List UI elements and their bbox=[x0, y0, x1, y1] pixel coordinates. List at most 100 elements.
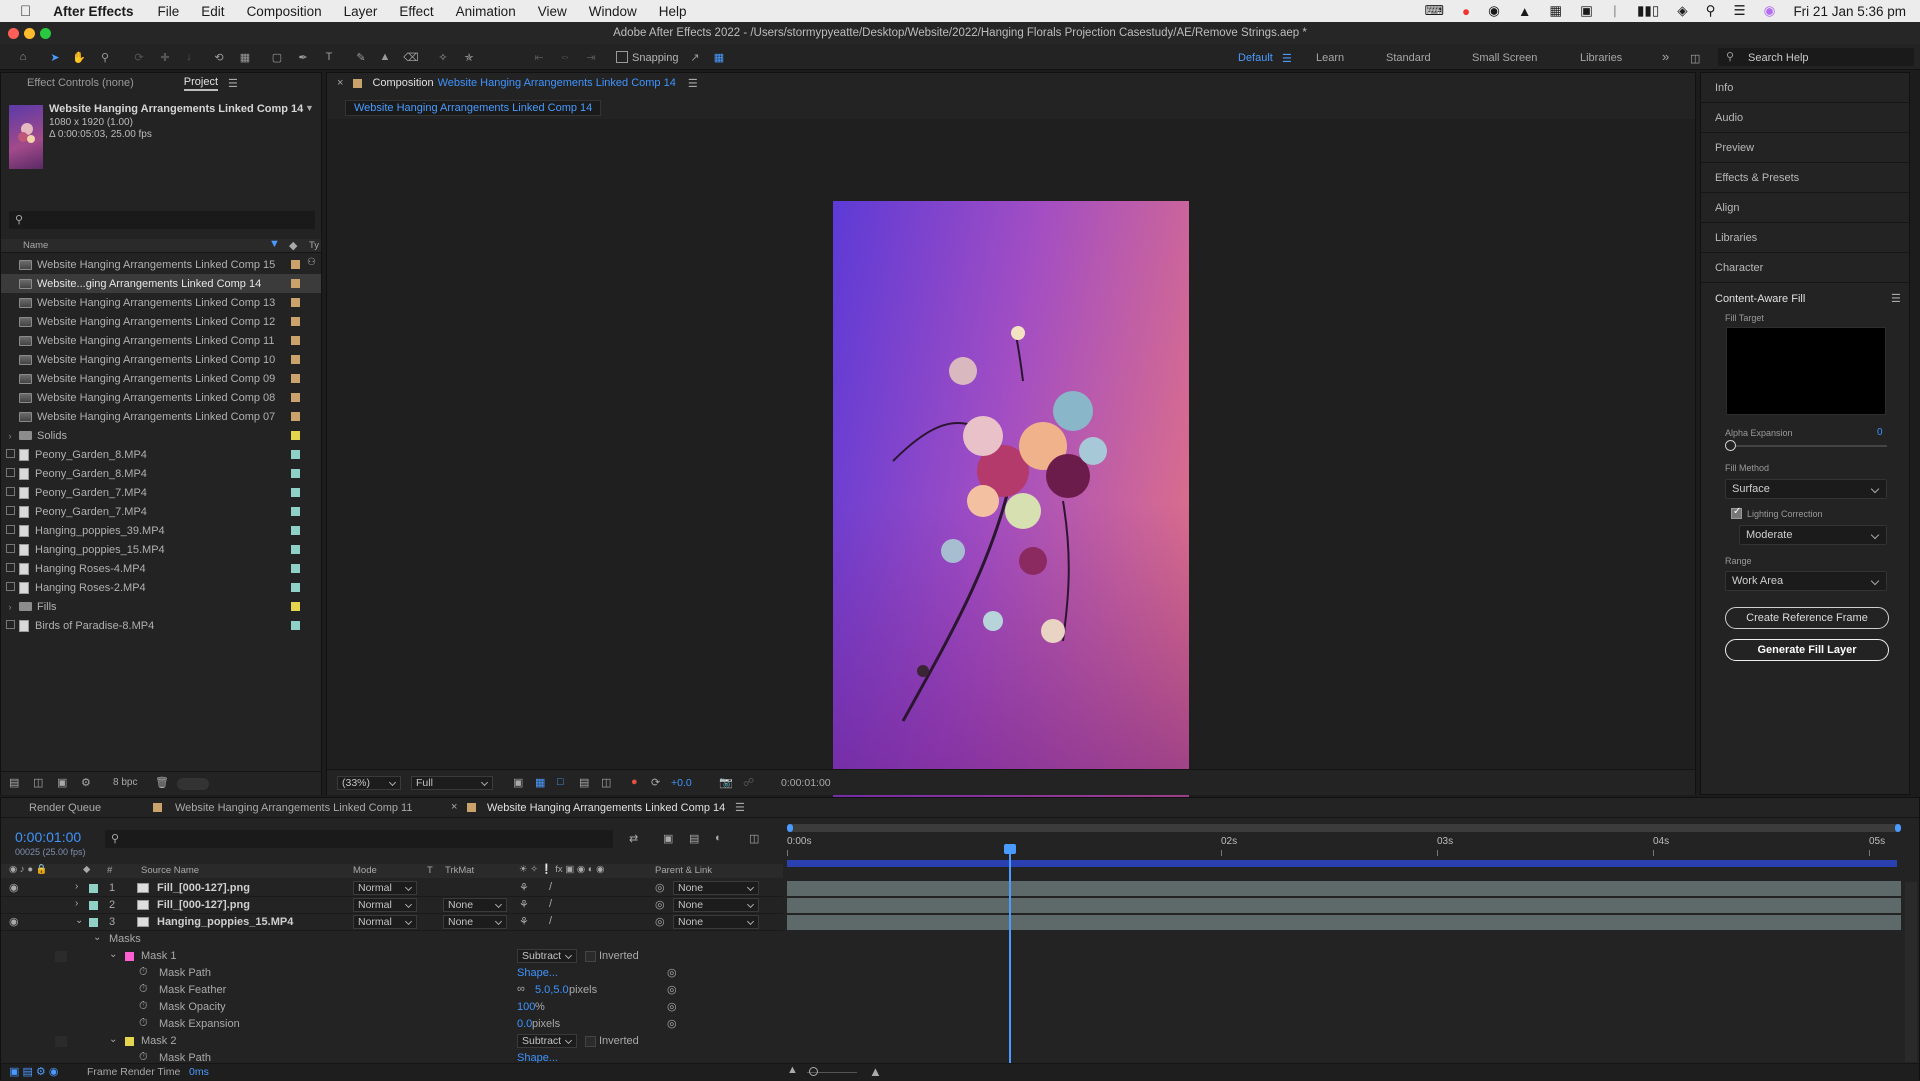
menu-effect[interactable]: Effect bbox=[399, 4, 433, 19]
selection-tool-icon[interactable]: ➤ bbox=[46, 48, 64, 66]
search-icon[interactable]: ⚲ bbox=[1706, 3, 1716, 19]
delete-icon[interactable]: 🗑 bbox=[155, 776, 169, 789]
project-item[interactable]: Website...ging Arrangements Linked Comp … bbox=[1, 274, 321, 293]
siri-icon[interactable]: ◉ bbox=[1764, 3, 1776, 19]
label-color-swatch[interactable] bbox=[291, 488, 300, 497]
menubar-datetime[interactable]: Fri 21 Jan 5:36 pm bbox=[1793, 4, 1906, 19]
more-workspaces-icon[interactable]: » bbox=[1662, 49, 1669, 64]
label-color-swatch[interactable] bbox=[291, 412, 300, 421]
dropbox-icon[interactable]: ▲ bbox=[1518, 4, 1531, 19]
layer-duration-bar[interactable] bbox=[787, 898, 1901, 913]
home-icon[interactable]: ⌂ bbox=[14, 48, 32, 66]
resolution-dropdown[interactable]: Full bbox=[411, 776, 493, 790]
apple-icon[interactable]:  bbox=[20, 3, 31, 20]
panel-layout-icon[interactable]: ◫ bbox=[1690, 52, 1700, 65]
label-column-icon[interactable]: ◆ bbox=[289, 239, 297, 252]
label-color-swatch[interactable] bbox=[291, 393, 300, 402]
project-item[interactable]: Website Hanging Arrangements Linked Comp… bbox=[1, 350, 321, 369]
guides-icon[interactable]: ▤ bbox=[579, 776, 589, 789]
interpret-footage-icon[interactable]: ▤ bbox=[9, 776, 19, 789]
label-color-swatch[interactable] bbox=[291, 526, 300, 535]
battery-icon[interactable]: ▮▮▯ bbox=[1637, 3, 1659, 19]
label-color-swatch[interactable] bbox=[291, 317, 300, 326]
label-color-swatch[interactable] bbox=[291, 564, 300, 573]
transparency-grid-icon[interactable]: ▦ bbox=[535, 776, 545, 789]
panel-info[interactable]: Info bbox=[1701, 73, 1911, 103]
new-folder-icon[interactable]: ◫ bbox=[33, 776, 43, 789]
zoom-in-icon[interactable]: ▲ bbox=[869, 1064, 882, 1079]
project-item[interactable]: Hanging Roses-2.MP4 bbox=[1, 578, 321, 597]
thumbnail-slider[interactable] bbox=[177, 778, 209, 790]
menu-edit[interactable]: Edit bbox=[201, 4, 224, 19]
playhead-handle[interactable] bbox=[1004, 844, 1016, 854]
tab-project[interactable]: Project bbox=[183, 76, 219, 91]
lighting-correction-checkbox[interactable]: ✓ bbox=[1731, 506, 1742, 519]
panel-preview[interactable]: Preview bbox=[1701, 133, 1911, 163]
workspace-learn[interactable]: Learn bbox=[1316, 52, 1344, 64]
panel-effects-presets[interactable]: Effects & Presets bbox=[1701, 163, 1911, 193]
snapping-checkbox[interactable] bbox=[616, 51, 628, 63]
project-item[interactable]: Website Hanging Arrangements Linked Comp… bbox=[1, 255, 321, 274]
label-color-swatch[interactable] bbox=[291, 450, 300, 459]
search-help-field[interactable]: ⚲ Search Help bbox=[1718, 48, 1914, 66]
comp-breadcrumb[interactable]: Website Hanging Arrangements Linked Comp… bbox=[345, 100, 602, 116]
project-item[interactable]: Peony_Garden_8.MP4 bbox=[1, 445, 321, 464]
bit-depth-button[interactable]: 8 bpc bbox=[113, 777, 137, 788]
sort-icon[interactable]: ▼ bbox=[269, 238, 280, 250]
project-item[interactable]: Website Hanging Arrangements Linked Comp… bbox=[1, 388, 321, 407]
item-checkbox[interactable] bbox=[1, 544, 19, 555]
project-item[interactable]: Website Hanging Arrangements Linked Comp… bbox=[1, 331, 321, 350]
project-item[interactable]: Website Hanging Arrangements Linked Comp… bbox=[1, 407, 321, 426]
label-color-swatch[interactable] bbox=[291, 621, 300, 630]
item-checkbox[interactable] bbox=[1, 563, 19, 574]
pen-tool-icon[interactable]: ✒ bbox=[294, 48, 312, 66]
layer-duration-bar[interactable] bbox=[787, 915, 1901, 930]
zoom-out-icon[interactable]: ▲ bbox=[787, 1064, 798, 1076]
display-icon[interactable]: ▣ bbox=[1580, 3, 1593, 19]
zoom-dropdown[interactable]: (33%) bbox=[337, 776, 401, 790]
flowchart-icon[interactable]: ⚇ bbox=[307, 257, 316, 268]
item-checkbox[interactable] bbox=[1, 582, 19, 593]
mask-visibility-icon[interactable]: □ bbox=[557, 776, 564, 788]
rectangle-tool-icon[interactable]: ▢ bbox=[268, 48, 286, 66]
label-color-swatch[interactable] bbox=[291, 336, 300, 345]
project-item[interactable]: Peony_Garden_8.MP4 bbox=[1, 464, 321, 483]
bluetooth-icon[interactable]: ᛁ bbox=[1611, 4, 1619, 19]
project-item[interactable]: Hanging_poppies_15.MP4 bbox=[1, 540, 321, 559]
status-toggle-icons[interactable]: ▣ ▤ ⚙ ◉ bbox=[9, 1065, 58, 1078]
label-color-swatch[interactable] bbox=[291, 545, 300, 554]
project-item[interactable]: Hanging Roses-4.MP4 bbox=[1, 559, 321, 578]
project-item[interactable]: Birds of Paradise-8.MP4 bbox=[1, 616, 321, 635]
clone-stamp-tool-icon[interactable]: ▲ bbox=[376, 48, 394, 66]
alpha-slider-handle[interactable] bbox=[1725, 440, 1736, 451]
menu-help[interactable]: Help bbox=[659, 4, 687, 19]
name-column-header[interactable]: Name bbox=[23, 240, 48, 251]
project-item[interactable]: Peony_Garden_7.MP4 bbox=[1, 502, 321, 521]
workspace-small-screen[interactable]: Small Screen bbox=[1472, 52, 1537, 64]
item-checkbox[interactable] bbox=[1, 620, 19, 631]
fit-icon[interactable]: ▣ bbox=[513, 776, 523, 789]
new-comp-icon[interactable]: ▣ bbox=[57, 776, 67, 789]
timeline-scrollbar[interactable] bbox=[1905, 882, 1917, 1062]
create-reference-frame-button[interactable]: Create Reference Frame bbox=[1725, 607, 1889, 629]
wifi-icon[interactable]: ◈ bbox=[1677, 3, 1687, 19]
comp-viewer[interactable] bbox=[327, 119, 1695, 835]
menu-window[interactable]: Window bbox=[589, 4, 637, 19]
generate-fill-layer-button[interactable]: Generate Fill Layer bbox=[1725, 639, 1889, 661]
anchor-tool-icon[interactable]: ▦ bbox=[236, 48, 254, 66]
chrome-icon[interactable]: ◉ bbox=[1488, 3, 1500, 19]
menu-file[interactable]: File bbox=[158, 4, 180, 19]
layer-duration-bar[interactable] bbox=[787, 881, 1901, 896]
item-checkbox[interactable] bbox=[1, 506, 19, 517]
app-menu[interactable]: After Effects bbox=[53, 4, 133, 19]
zoom-tool-icon[interactable]: ⚲ bbox=[96, 48, 114, 66]
project-item[interactable]: Website Hanging Arrangements Linked Comp… bbox=[1, 293, 321, 312]
exposure-value[interactable]: +0.0 bbox=[671, 777, 692, 789]
range-dropdown[interactable]: Work Area bbox=[1725, 571, 1887, 591]
menu-composition[interactable]: Composition bbox=[247, 4, 322, 19]
item-checkbox[interactable] bbox=[1, 468, 19, 479]
roto-brush-tool-icon[interactable]: ✧ bbox=[434, 48, 452, 66]
menu-animation[interactable]: Animation bbox=[456, 4, 516, 19]
snap-grid-icon[interactable]: ▦ bbox=[710, 48, 728, 66]
grid-icon[interactable]: ▦ bbox=[1549, 3, 1562, 19]
